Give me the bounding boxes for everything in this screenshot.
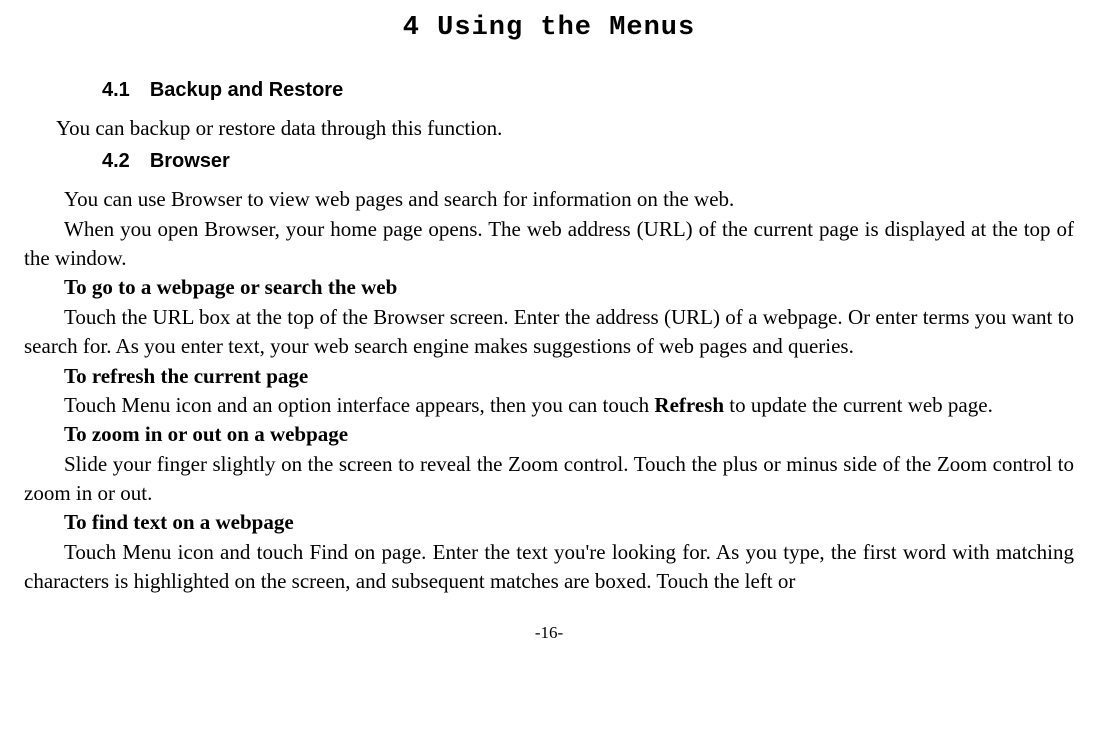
page-number: -16- (24, 621, 1074, 645)
subheading-zoom: To zoom in or out on a webpage (24, 420, 1074, 449)
subheading-find-text: To find text on a webpage (24, 508, 1074, 537)
refresh-text-before: Touch Menu icon and an option interface … (64, 393, 654, 417)
browser-intro-para-2: When you open Browser, your home page op… (24, 215, 1074, 274)
find-text-body: Touch Menu icon and touch Find on page. … (24, 538, 1074, 597)
subheading-go-to-webpage: To go to a webpage or search the web (24, 273, 1074, 302)
section-heading-4-1: 4.1 Backup and Restore (102, 76, 1074, 104)
refresh-text-after: to update the current web page. (724, 393, 993, 417)
section-heading-4-2: 4.2 Browser (102, 147, 1074, 175)
section-label: Backup and Restore (150, 79, 343, 101)
section-number: 4.1 (102, 79, 130, 101)
section-label: Browser (150, 150, 230, 172)
zoom-text: Slide your finger slightly on the screen… (24, 450, 1074, 509)
browser-intro-para-1: You can use Browser to view web pages an… (24, 185, 1074, 214)
section-number: 4.2 (102, 150, 130, 172)
section-4-1-text: You can backup or restore data through t… (56, 114, 1074, 143)
refresh-text: Touch Menu icon and an option interface … (24, 391, 1074, 420)
go-to-webpage-text: Touch the URL box at the top of the Brow… (24, 303, 1074, 362)
chapter-title: 4 Using the Menus (24, 10, 1074, 48)
refresh-bold-word: Refresh (654, 393, 724, 417)
subheading-refresh: To refresh the current page (24, 362, 1074, 391)
